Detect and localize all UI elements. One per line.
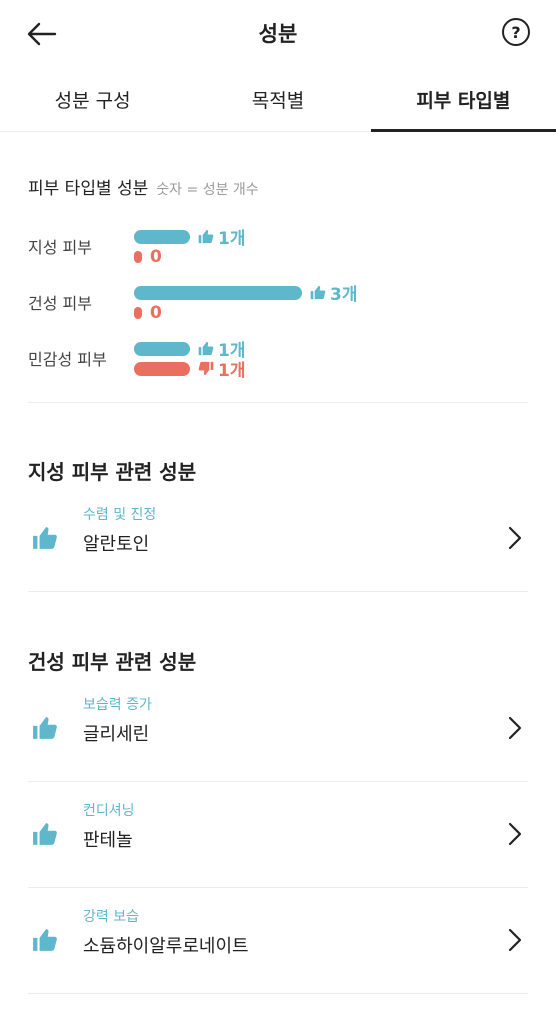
ingredient-name: 소듐하이알루로네이트 — [83, 936, 249, 957]
tab-composition[interactable]: 성분 구성 — [0, 72, 185, 131]
ingredient-item-panthenol[interactable]: 컨디셔닝 판테놀 — [28, 782, 528, 888]
thumbs-up-icon — [33, 823, 57, 845]
chevron-right-icon — [508, 822, 522, 846]
negative-count: 0 — [150, 246, 162, 267]
skin-type-summary-header: 피부 타입별 성분 숫자 = 성분 개수 — [28, 174, 528, 199]
app-header: 성분 ? — [0, 0, 556, 66]
summary-title: 피부 타입별 성분 — [28, 179, 149, 199]
tab-purpose[interactable]: 목적별 — [185, 72, 370, 131]
ingredient-item-allantoin[interactable]: 수렴 및 진정 알란토인 — [28, 486, 528, 592]
ingredient-category: 수렴 및 진정 — [83, 507, 157, 523]
ingredient-item-sodium-hyaluronate[interactable]: 강력 보습 소듐하이알루로네이트 — [28, 888, 528, 994]
bar-label: 민감성 피부 — [28, 350, 107, 369]
help-button[interactable]: ? — [502, 18, 530, 46]
positive-count: 3개 — [330, 285, 358, 305]
bar-row-dry: 건성 피부 3개 0 — [28, 280, 528, 336]
negative-count: 1개 — [218, 361, 246, 381]
positive-bar — [134, 229, 190, 244]
bar-label: 지성 피부 — [28, 238, 92, 257]
thumbs-up-icon — [310, 285, 326, 300]
thumbs-up-icon — [33, 717, 57, 739]
chevron-right-icon — [508, 716, 522, 740]
question-circle-icon: ? — [511, 22, 521, 42]
section-title-oily: 지성 피부 관련 성분 — [28, 460, 197, 484]
negative-bar — [134, 361, 190, 376]
divider — [28, 402, 528, 403]
positive-bar — [134, 341, 190, 356]
chevron-right-icon — [508, 526, 522, 550]
thumbs-up-icon — [198, 229, 214, 244]
thumbs-up-icon — [33, 527, 57, 549]
ingredient-category: 컨디셔닝 — [83, 803, 135, 819]
summary-note: 숫자 = 성분 개수 — [156, 182, 259, 198]
tab-bar: 성분 구성 목적별 피부 타입별 — [0, 72, 556, 132]
thumbs-up-icon — [33, 929, 57, 951]
ingredient-name: 판테놀 — [83, 830, 133, 851]
skin-type-bars: 지성 피부 1개 0 건성 피부 3개 0 민감성 피부 1개 1개 — [28, 224, 528, 392]
tab-skin-type[interactable]: 피부 타입별 — [370, 72, 556, 132]
section-title-dry: 건성 피부 관련 성분 — [28, 650, 197, 674]
bar-row-sensitive: 민감성 피부 1개 1개 — [28, 336, 528, 392]
ingredient-category: 강력 보습 — [83, 909, 139, 925]
negative-count: 0 — [150, 302, 162, 323]
negative-dot — [134, 250, 142, 263]
positive-bar — [134, 285, 302, 300]
negative-dot — [134, 306, 142, 319]
bar-row-oily: 지성 피부 1개 0 — [28, 224, 528, 280]
page-title: 성분 — [258, 22, 298, 46]
ingredient-item-glycerin[interactable]: 보습력 증가 글리세린 — [28, 676, 528, 782]
thumbs-up-icon — [198, 341, 214, 356]
chevron-right-icon — [508, 928, 522, 952]
positive-count: 1개 — [218, 229, 246, 249]
ingredient-name: 알란토인 — [83, 534, 150, 555]
thumbs-down-icon — [198, 361, 214, 376]
ingredient-name: 글리세린 — [83, 724, 150, 745]
bar-label: 건성 피부 — [28, 294, 92, 313]
ingredient-category: 보습력 증가 — [83, 697, 152, 713]
